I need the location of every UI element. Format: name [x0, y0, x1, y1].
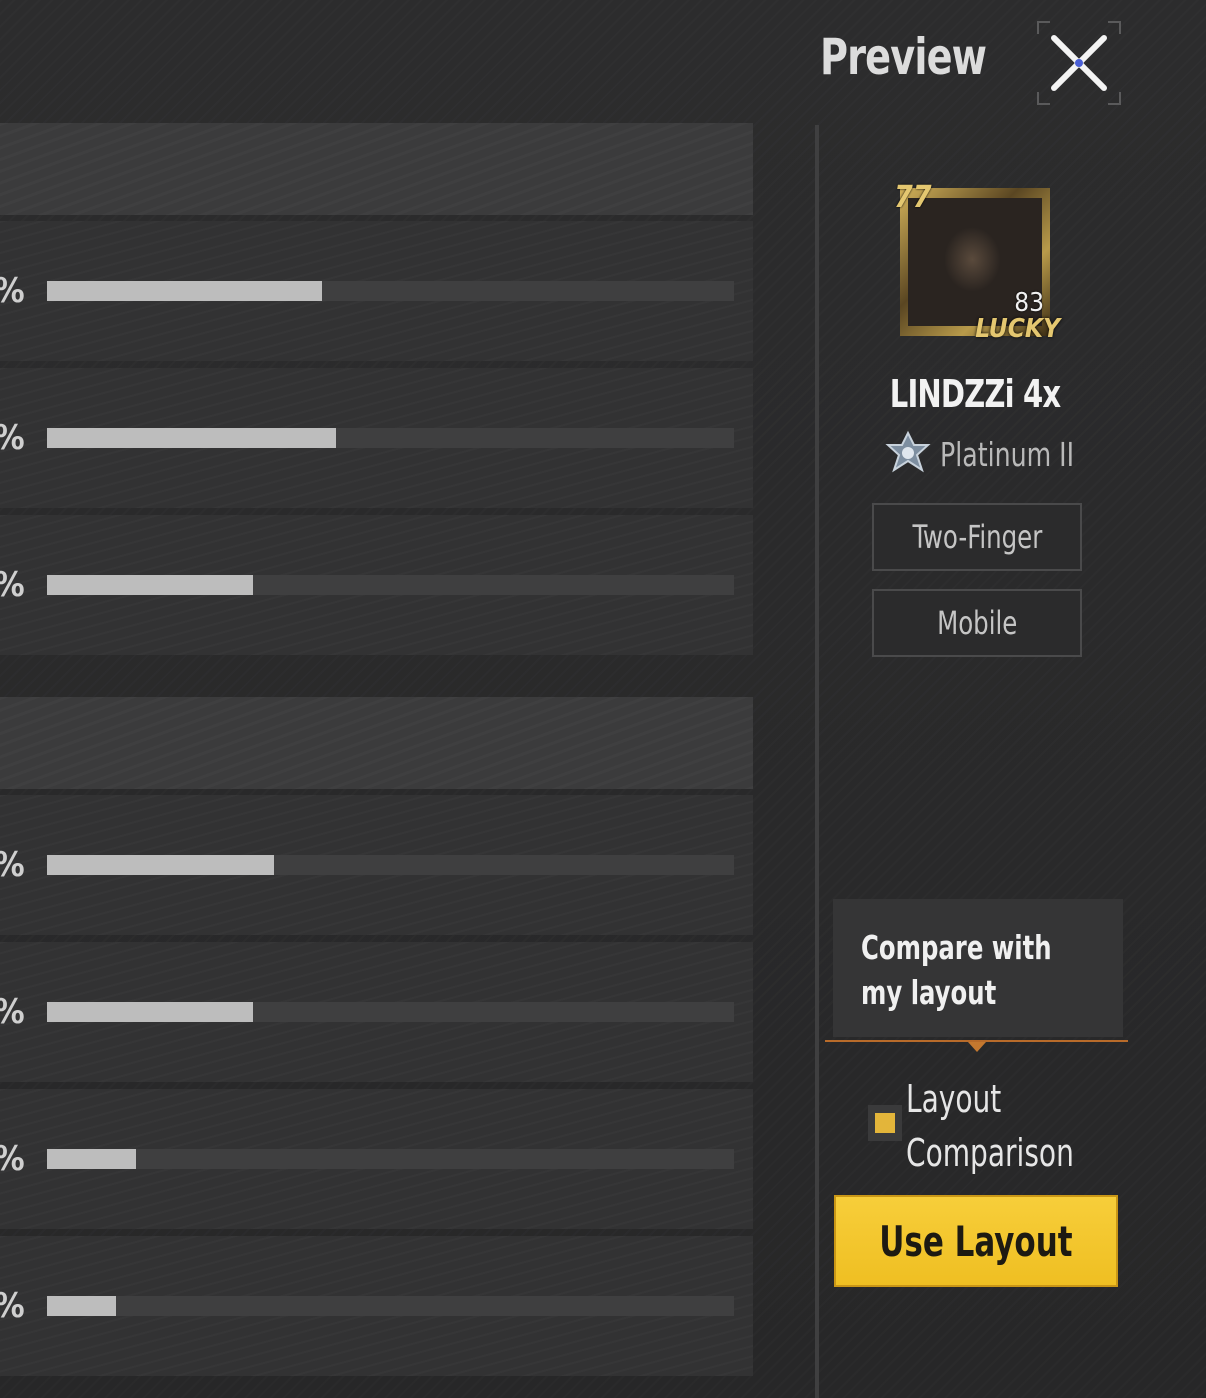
stat-percent-label: % [0, 1286, 25, 1326]
stat-percent-label: % [0, 418, 25, 458]
stat-bar-track [47, 428, 734, 448]
device-label: Mobile [936, 604, 1018, 642]
layout-comparison-label[interactable]: Layout Comparison [906, 1072, 1074, 1180]
stat-bar-fill [47, 855, 274, 875]
compare-tooltip: Compare with my layout [833, 899, 1123, 1037]
stat-bar-fill [47, 428, 336, 448]
stat-bar-track [47, 855, 734, 875]
stats-section-header-2 [0, 697, 753, 789]
panel-divider [815, 125, 819, 1398]
stat-bar-track [47, 1002, 734, 1022]
layout-preview-screen: % % % % % % % Preview [0, 0, 1206, 1398]
stat-percent-label: % [0, 992, 25, 1032]
layout-comparison-label-line2: Comparison [906, 1131, 1074, 1175]
control-style-tag: Two-Finger [872, 503, 1082, 571]
stat-percent-label: % [0, 1139, 25, 1179]
stat-bar-track [47, 575, 734, 595]
rank-tier: Platinum II [884, 428, 1098, 480]
stats-section-header-1 [0, 123, 753, 215]
control-style-label: Two-Finger [912, 518, 1042, 556]
stat-bar-track [47, 281, 734, 301]
page-title: Preview [820, 28, 987, 86]
stat-bar-fill [47, 1002, 254, 1022]
layout-comparison-toggle[interactable] [868, 1105, 902, 1141]
platinum-tier-icon [885, 430, 931, 473]
close-button[interactable] [1036, 20, 1122, 106]
stat-percent-label: % [0, 271, 25, 311]
stat-row: % [0, 221, 753, 361]
tier-label: Platinum II [940, 434, 1075, 474]
tooltip-arrow-icon [968, 1042, 986, 1052]
stat-bar-track [47, 1149, 734, 1169]
stat-row: % [0, 368, 753, 508]
stat-percent-label: % [0, 565, 25, 605]
stat-row: % [0, 795, 753, 935]
avatar[interactable]: 77 83 LUCKY [894, 180, 1060, 344]
toggle-indicator [875, 1113, 895, 1133]
close-icon [1037, 21, 1121, 105]
compare-tooltip-text: Compare with my layout [861, 928, 1052, 1012]
stat-bar-fill [47, 575, 254, 595]
stat-bar-fill [47, 1296, 116, 1316]
use-layout-button[interactable]: Use Layout [834, 1195, 1118, 1287]
device-tag: Mobile [872, 589, 1082, 657]
stat-row: % [0, 515, 753, 655]
avatar-frame-tag: 77 [894, 180, 932, 215]
layout-stats-panel: % % % % % % % [0, 0, 760, 1398]
player-name: LINDZZi 4x [889, 372, 1061, 416]
avatar-badge: LUCKY [975, 314, 1060, 344]
layout-comparison-label-line1: Layout [906, 1077, 1002, 1121]
stat-bar-track [47, 1296, 734, 1316]
stat-row: % [0, 1236, 753, 1376]
stat-row: % [0, 1089, 753, 1229]
stat-bar-fill [47, 281, 322, 301]
stat-percent-label: % [0, 845, 25, 885]
use-layout-label: Use Layout [879, 1216, 1073, 1266]
stat-row: % [0, 942, 753, 1082]
stat-bar-fill [47, 1149, 137, 1169]
